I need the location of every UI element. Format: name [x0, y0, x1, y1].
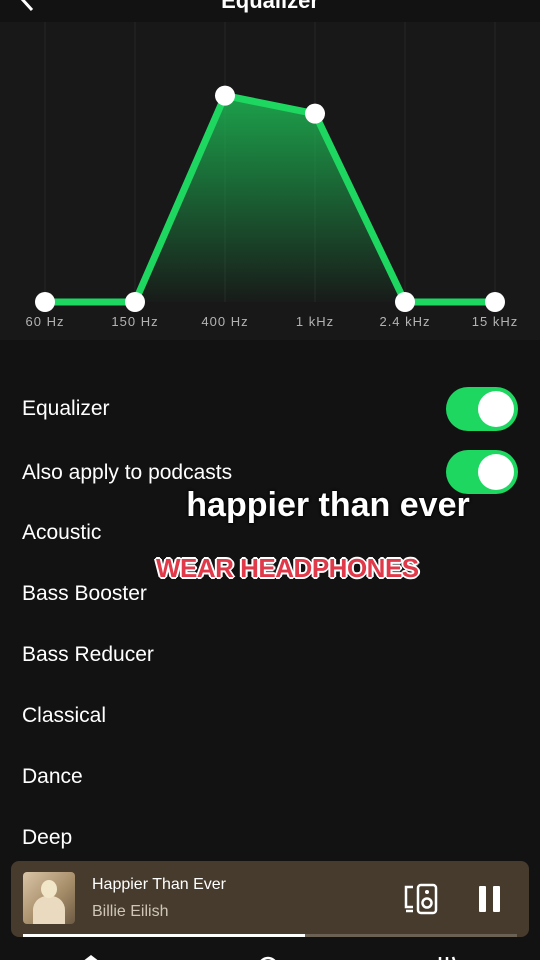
album-art-figure	[33, 896, 65, 924]
eq-fill	[45, 95, 495, 302]
caption-title: happier than ever	[186, 486, 470, 524]
bottom-nav	[0, 937, 540, 960]
track-title: Happier Than Ever	[92, 876, 226, 893]
equalizer-label: Equalizer	[22, 397, 110, 420]
podcasts-label: Also apply to podcasts	[22, 461, 233, 484]
equalizer-curve[interactable]	[0, 22, 540, 340]
eq-band-label: 15 kHz	[471, 314, 519, 329]
toggle-knob	[478, 391, 514, 427]
toggle-knob	[478, 454, 514, 490]
preset-deep[interactable]: Deep	[22, 826, 72, 850]
header: Equalizer	[0, 0, 540, 22]
eq-handle[interactable]	[485, 292, 505, 312]
caption-subtitle: WEAR HEADPHONES	[156, 553, 419, 583]
track-artist: Billie Eilish	[92, 903, 169, 920]
eq-handle[interactable]	[305, 103, 325, 124]
connect-device-icon[interactable]	[404, 883, 440, 915]
home-icon[interactable]	[78, 955, 104, 960]
eq-handle[interactable]	[395, 292, 415, 312]
preset-classical[interactable]: Classical	[22, 704, 106, 728]
equalizer-toggle[interactable]	[446, 387, 518, 431]
album-art-head	[41, 880, 57, 898]
library-icon[interactable]	[436, 955, 462, 960]
preset-bass-reducer[interactable]: Bass Reducer	[22, 643, 154, 667]
search-icon[interactable]	[255, 955, 281, 960]
eq-band-label: 150 Hz	[111, 314, 159, 329]
eq-band-label: 1 kHz	[295, 314, 335, 329]
now-playing-bar[interactable]: Happier Than Ever Billie Eilish	[11, 861, 529, 937]
eq-band-label: 400 Hz	[201, 314, 249, 329]
album-art	[23, 872, 75, 924]
pause-icon[interactable]	[477, 885, 503, 913]
page-title: Equalizer	[221, 0, 319, 13]
preset-bass-booster[interactable]: Bass Booster	[22, 582, 147, 606]
eq-band-label: 60 Hz	[25, 314, 65, 329]
eq-handle[interactable]	[215, 85, 235, 106]
eq-handle[interactable]	[35, 292, 55, 312]
eq-handle[interactable]	[125, 292, 145, 312]
equalizer-graph[interactable]: 60 Hz 150 Hz 400 Hz 1 kHz 2.4 kHz 15 kHz	[0, 22, 540, 340]
eq-band-label: 2.4 kHz	[379, 314, 431, 329]
preset-dance[interactable]: Dance	[22, 765, 83, 789]
